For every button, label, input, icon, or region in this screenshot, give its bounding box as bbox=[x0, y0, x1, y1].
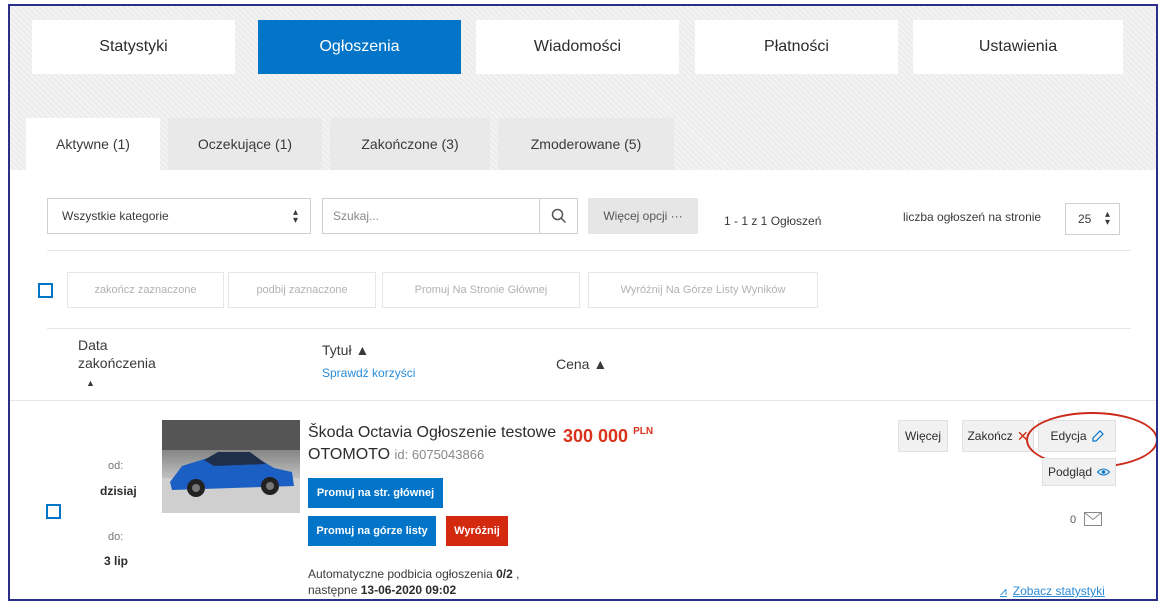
listing-panel: Wszystkie kategorie ▴ ▾ Szukaj... Więcej … bbox=[10, 170, 1156, 599]
price-currency: PLN bbox=[633, 426, 654, 437]
divider bbox=[10, 400, 1156, 401]
listing-title[interactable]: Škoda Octavia Ogłoszenie testowe OTOMOTO… bbox=[308, 422, 578, 466]
promote-main-button[interactable]: Promuj na str. głównej bbox=[308, 478, 443, 508]
edit-button[interactable]: Edycja bbox=[1038, 420, 1116, 452]
listing-id: id: 6075043866 bbox=[394, 447, 485, 462]
bulk-highlight-top-button[interactable]: Wyróżnij Na Górze Listy Wyników bbox=[588, 272, 818, 308]
to-value: 3 lip bbox=[104, 554, 129, 568]
divider bbox=[47, 328, 1131, 329]
next-bump-prefix: następne bbox=[308, 583, 361, 597]
search-input[interactable]: Szukaj... bbox=[322, 198, 578, 234]
end-button[interactable]: Zakończ ✕ bbox=[962, 420, 1034, 452]
promote-top-button[interactable]: Promuj na górze listy bbox=[308, 516, 436, 546]
tab-ustawienia[interactable]: Ustawienia bbox=[913, 20, 1123, 74]
divider bbox=[47, 250, 1131, 251]
messages-count: 0 bbox=[1070, 514, 1077, 526]
col-end-date-label: Data zakończenia bbox=[78, 337, 156, 371]
per-page-select[interactable]: 25 ▴ ▾ bbox=[1065, 203, 1120, 235]
to-label: do: bbox=[108, 531, 124, 543]
next-bump-value: 13-06-2020 09:02 bbox=[360, 583, 457, 597]
tab-wiadomosci[interactable]: Wiadomości bbox=[476, 20, 679, 74]
subtab-aktywne[interactable]: Aktywne (1) bbox=[26, 118, 160, 170]
results-count: 1 - 1 z 1 Ogłoszeń bbox=[724, 214, 822, 228]
sort-arrow-icon: ▲ bbox=[86, 378, 95, 388]
listing-checkbox[interactable] bbox=[46, 504, 61, 519]
eye-icon bbox=[1097, 468, 1111, 476]
tab-statystyki[interactable]: Statystyki bbox=[32, 20, 235, 74]
category-select-value: Wszystkie kategorie bbox=[62, 209, 169, 223]
preview-button-label: Podgląd bbox=[1047, 465, 1093, 479]
tab-platnosci[interactable]: Płatności bbox=[695, 20, 898, 74]
col-title[interactable]: Tytuł ▲ bbox=[322, 342, 369, 358]
per-page-value: 25 bbox=[1078, 212, 1092, 226]
price-value: 300 000 bbox=[563, 426, 629, 446]
subtab-zmoderowane[interactable]: Zmoderowane (5) bbox=[498, 118, 674, 170]
category-select[interactable]: Wszystkie kategorie ▴ ▾ bbox=[47, 198, 311, 234]
per-page-label: liczba ogłoszeń na stronie bbox=[903, 210, 1042, 224]
auto-bump-prefix: Automatyczne podbicia ogłoszenia bbox=[308, 567, 497, 581]
close-icon: ✕ bbox=[1016, 427, 1029, 444]
highlight-button[interactable]: Wyróżnij bbox=[446, 516, 508, 546]
subtab-oczekujace[interactable]: Oczekujące (1) bbox=[168, 118, 322, 170]
car-image bbox=[162, 420, 300, 513]
from-label: od: bbox=[108, 460, 124, 472]
col-price[interactable]: Cena ▲ bbox=[556, 356, 607, 372]
edit-icon bbox=[1091, 430, 1104, 442]
app-frame: Statystyki Ogłoszenia Wiadomości Płatnoś… bbox=[8, 4, 1158, 601]
stats-link[interactable]: ⩘ Zobacz statystyki bbox=[1000, 584, 1105, 599]
auto-bump-info: Automatyczne podbicia ogłoszenia 0/2 , n… bbox=[308, 566, 519, 598]
search-placeholder: Szukaj... bbox=[333, 209, 380, 223]
select-all-checkbox[interactable] bbox=[38, 283, 53, 298]
auto-bump-value: 0/2 bbox=[496, 567, 513, 581]
end-button-label: Zakończ bbox=[967, 429, 1013, 443]
listing-price: 300 000 PLN bbox=[563, 426, 653, 447]
stats-link-label: Zobacz statystyki bbox=[1012, 584, 1105, 598]
envelope-icon[interactable] bbox=[1084, 512, 1102, 526]
bulk-promote-main-button[interactable]: Promuj Na Stronie Głównej bbox=[382, 272, 580, 308]
from-value: dzisiaj bbox=[100, 484, 137, 498]
more-button[interactable]: Więcej bbox=[898, 420, 948, 452]
bulk-end-button[interactable]: zakończ zaznaczone bbox=[67, 272, 224, 308]
bulk-bump-button[interactable]: podbij zaznaczone bbox=[228, 272, 376, 308]
subtab-zakonczone[interactable]: Zakończone (3) bbox=[330, 118, 490, 170]
more-options-button[interactable]: Więcej opcji ··· bbox=[588, 198, 698, 234]
benefits-link[interactable]: Sprawdź korzyści bbox=[322, 366, 415, 380]
search-icon[interactable] bbox=[539, 199, 577, 233]
chart-icon: ⩘ bbox=[1000, 584, 1007, 598]
col-end-date[interactable]: Data zakończenia ▲ bbox=[78, 336, 168, 392]
select-arrows-icon: ▴ ▾ bbox=[1104, 209, 1110, 228]
listing-thumbnail[interactable] bbox=[162, 420, 300, 513]
select-arrows-icon: ▴ ▾ bbox=[292, 207, 298, 226]
preview-button[interactable]: Podgląd bbox=[1042, 458, 1116, 486]
auto-bump-suffix: , bbox=[512, 567, 520, 581]
tab-ogloszenia[interactable]: Ogłoszenia bbox=[258, 20, 461, 74]
edit-button-label: Edycja bbox=[1050, 429, 1087, 443]
